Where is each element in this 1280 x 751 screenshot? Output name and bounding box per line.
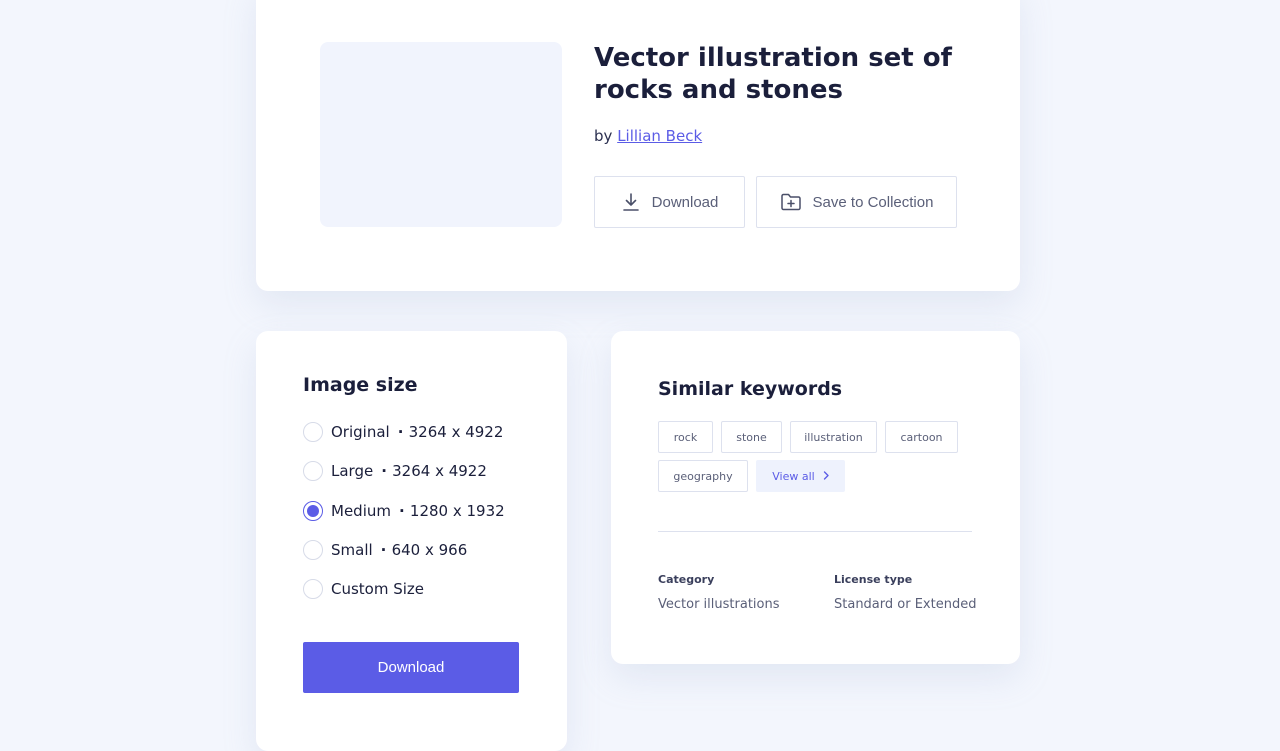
radio-small[interactable] [303, 540, 323, 560]
license-type-value: Standard or Extended [834, 597, 977, 612]
size-option-custom[interactable]: Custom Size [303, 578, 424, 600]
download-button[interactable]: Download [594, 176, 745, 228]
asset-header-card: Vector illustration set of rocks and sto… [256, 0, 1020, 291]
save-button-label: Save to Collection [812, 193, 934, 211]
keyword-tag-stone[interactable]: stone [721, 421, 782, 453]
size-option-label: Large [331, 462, 374, 480]
size-option-original[interactable]: Original 3264 x 4922 [303, 421, 503, 443]
keyword-tag-cartoon[interactable]: cartoon [885, 421, 958, 453]
size-option-dimensions: 3264 x 4922 [398, 423, 504, 441]
view-all-label: View all [772, 469, 815, 483]
category-label: Category [658, 573, 715, 586]
image-size-heading: Image size [303, 374, 418, 396]
radio-custom[interactable] [303, 579, 323, 599]
size-option-small[interactable]: Small 640 x 966 [303, 539, 467, 561]
size-option-label: Small [331, 541, 373, 559]
view-all-link[interactable]: View all [756, 460, 845, 492]
size-option-medium[interactable]: Medium 1280 x 1932 [303, 500, 505, 522]
size-option-dimensions: 3264 x 4922 [381, 462, 487, 480]
keywords-card: Similar keywords rock stone illustration… [611, 331, 1020, 664]
keyword-tag-illustration[interactable]: illustration [790, 421, 877, 453]
similar-keywords-heading: Similar keywords [658, 378, 843, 400]
keyword-tag-rock[interactable]: rock [658, 421, 713, 453]
chevron-right-icon [823, 470, 829, 483]
save-to-collection-button[interactable]: Save to Collection [756, 176, 957, 228]
asset-title: Vector illustration set of rocks and sto… [594, 43, 952, 105]
radio-original[interactable] [303, 422, 323, 442]
radio-medium[interactable] [303, 501, 323, 521]
asset-preview-image[interactable] [320, 42, 562, 227]
size-option-dimensions: 640 x 966 [381, 541, 468, 559]
download-icon [621, 192, 641, 212]
size-option-label: Original [331, 423, 390, 441]
radio-large[interactable] [303, 461, 323, 481]
size-option-large[interactable]: Large 3264 x 4922 [303, 460, 487, 482]
license-type-label: License type [834, 573, 913, 586]
folder-plus-icon [780, 192, 802, 212]
size-option-dimensions: 1280 x 1932 [399, 502, 505, 520]
download-button-label: Download [651, 193, 719, 211]
download-size-button[interactable]: Download [303, 642, 519, 693]
size-option-label: Medium [331, 502, 391, 520]
keyword-tag-geography[interactable]: geography [658, 460, 748, 492]
divider [658, 531, 972, 532]
size-option-label: Custom Size [331, 580, 425, 598]
category-value: Vector illustrations [658, 597, 780, 612]
by-prefix: by [594, 127, 613, 145]
author-link[interactable]: Lillian Beck [617, 127, 702, 145]
author-line: by Lillian Beck [594, 127, 702, 145]
image-size-card: Image size Original 3264 x 4922 Large 32… [256, 331, 567, 751]
